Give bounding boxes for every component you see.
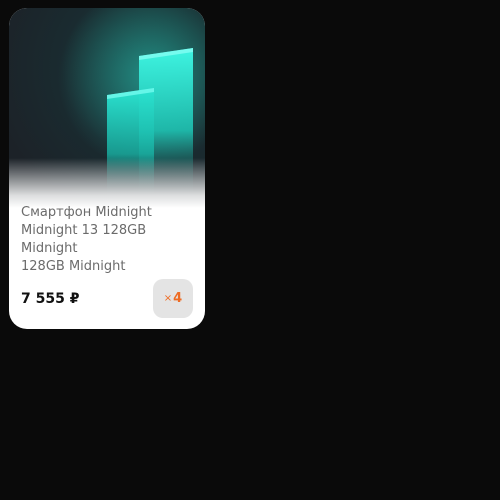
page: Смартфон Midnight Midnight 13 128GB Midn… [0,0,500,500]
image-fade [9,158,205,208]
product-title-line: Midnight [21,241,78,256]
product-title-line: Смартфон Midnight [21,205,152,220]
product-price: 7 555 ₽ [21,291,80,307]
product-card[interactable]: Смартфон Midnight Midnight 13 128GB Midn… [9,8,205,329]
product-title-line: Midnight 13 128GB [21,223,147,238]
quantity-badge[interactable]: × 4 [153,279,193,318]
product-title[interactable]: Смартфон Midnight Midnight 13 128GB Midn… [21,204,193,276]
product-title-line: 128GB Midnight [21,259,126,274]
quantity-prefix: × [163,293,173,304]
quantity-value: 4 [173,291,183,306]
